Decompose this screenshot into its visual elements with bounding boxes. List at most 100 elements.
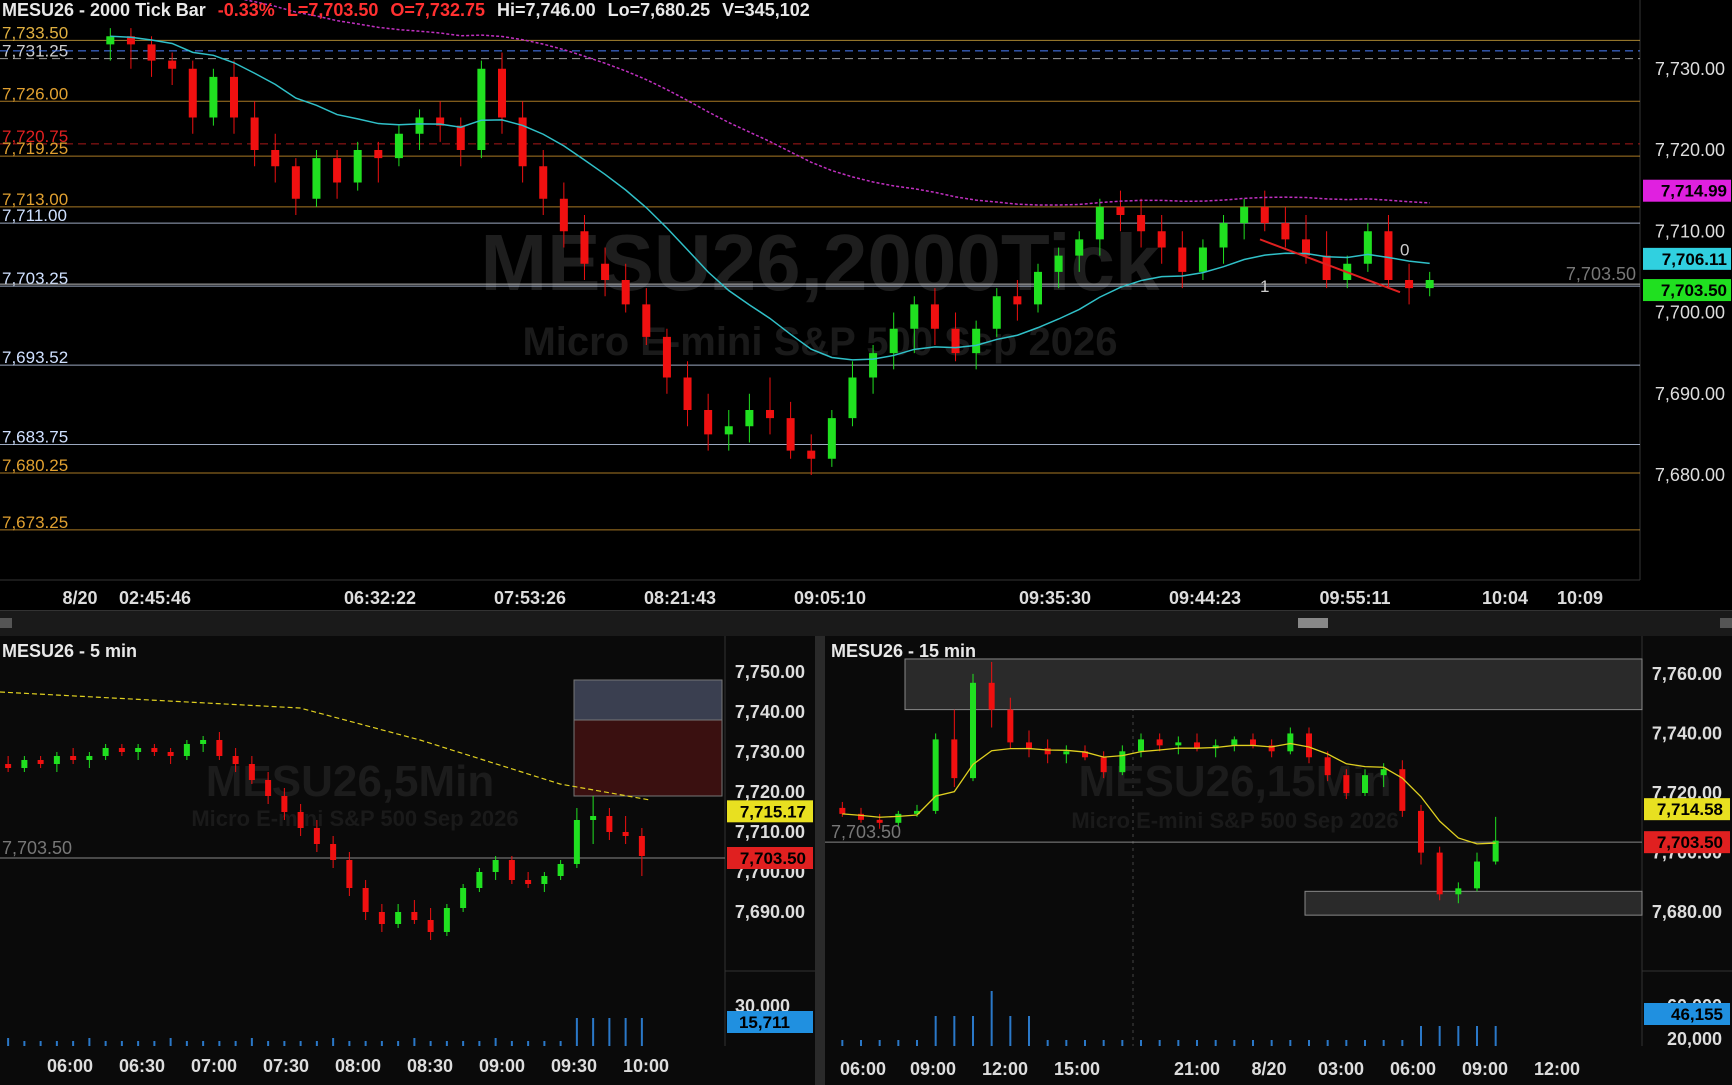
volume-bar <box>1326 1040 1329 1046</box>
volume-bar <box>348 1041 351 1046</box>
tick-candle <box>869 353 878 378</box>
tick-candle <box>456 125 465 150</box>
volume-bar <box>527 1041 530 1046</box>
five-min-candle <box>638 836 645 856</box>
tick-candle <box>106 36 115 45</box>
tick-candle <box>580 231 589 264</box>
tick-candle <box>209 76 218 118</box>
fifteen-min-candle <box>1324 757 1331 776</box>
tick-candle <box>147 44 156 61</box>
tick-candle <box>559 198 568 232</box>
volume: V=345,102 <box>722 0 810 20</box>
five-min-candle <box>297 812 304 828</box>
level-label: 7,683.75 <box>2 428 68 447</box>
time-axis-label: 09:55:11 <box>1319 588 1390 608</box>
tick-candle <box>477 68 486 150</box>
price-axis-label: 7,760.00 <box>1652 664 1722 684</box>
volume-bar <box>972 1016 974 1046</box>
fifteen-min-candle <box>1474 861 1480 889</box>
volume-bar <box>1476 1026 1478 1046</box>
tick-candle <box>827 418 836 459</box>
tick-candle <box>1116 206 1125 215</box>
volume-bar <box>1420 1026 1422 1046</box>
time-axis-label: 06:00 <box>1390 1059 1436 1079</box>
five-min-candle <box>265 780 272 796</box>
tick-candle <box>498 68 506 118</box>
tick-chart-pane[interactable]: MESU26,2000Tick Micro E-mini S&P 500 Sep … <box>0 0 1732 610</box>
tick-candle <box>1034 271 1042 305</box>
fifteen-min-candle <box>1492 840 1499 862</box>
horizontal-scrollbar[interactable] <box>0 610 1732 637</box>
chart-watermark-sub: Micro E-mini S&P 500 Sep 2026 <box>191 806 518 831</box>
change-percent: -0.33% <box>217 0 275 20</box>
tick-candle <box>1281 223 1290 240</box>
fast-moving-average <box>110 35 1430 361</box>
five-min-candle <box>492 860 499 872</box>
tick-candle <box>271 150 280 167</box>
fifteen-min-candle <box>1306 733 1312 758</box>
chart-watermark-sub: Micro E-mini S&P 500 Sep 2026 <box>522 320 1117 364</box>
fifteen-min-chart-pane[interactable]: MESU26,15Min Micro E-mini S&P 500 Sep 202… <box>825 636 1732 1085</box>
volume-bar <box>934 1016 937 1046</box>
volume-bar <box>494 1038 497 1046</box>
volume-bar <box>88 1038 91 1046</box>
time-axis-label: 08:30 <box>407 1056 453 1076</box>
five-min-chart-canvas[interactable]: MESU26,5MinMicro E-mini S&P 500 Sep 2026… <box>0 636 815 1085</box>
volume-bar <box>1494 1026 1497 1046</box>
fifteen-min-chart-canvas[interactable]: MESU26,15MinMicro E-mini S&P 500 Sep 202… <box>825 636 1732 1085</box>
tick-candle <box>312 158 321 199</box>
volume-bar <box>380 1041 383 1046</box>
fifteen-min-candle <box>932 739 939 811</box>
fifteen-min-title: MESU26 - 15 min <box>831 641 977 661</box>
volume-bar <box>169 1038 172 1046</box>
level-label: 7,673.25 <box>2 513 68 532</box>
price-axis-label: 7,710.00 <box>1655 221 1725 241</box>
tick-candle <box>1260 206 1269 224</box>
tick-candle <box>1157 231 1166 248</box>
time-axis-label: 15:00 <box>1054 1059 1100 1079</box>
volume-bar <box>640 1018 643 1046</box>
scrollbar-track-left[interactable] <box>0 618 12 628</box>
volume-bar <box>234 1041 237 1046</box>
price-tag-label: 7,703.50 <box>1661 281 1727 300</box>
five-min-candle <box>281 796 288 812</box>
tick-candle <box>1322 255 1331 280</box>
volume-tag-label: 46,155 <box>1671 1005 1723 1024</box>
scrollbar-track-right[interactable] <box>1720 618 1732 628</box>
level-label: 7,733.50 <box>2 23 68 42</box>
annotation-label: 1 <box>1260 277 1269 296</box>
tick-candle <box>621 280 630 305</box>
price-axis-label: 7,680.00 <box>1652 902 1722 922</box>
volume-bar <box>39 1041 42 1046</box>
pane-divider[interactable] <box>815 636 825 1085</box>
tick-candle <box>291 166 300 199</box>
fifteen-min-candle <box>1063 751 1070 755</box>
time-axis-label: 10:00 <box>623 1056 669 1076</box>
high-price: Hi=7,746.00 <box>497 0 596 20</box>
volume-tag-label: 15,711 <box>739 1013 790 1032</box>
price-axis-label: 7,700.00 <box>1655 303 1725 323</box>
five-min-candle <box>135 748 142 752</box>
volume-bar <box>1289 1040 1292 1046</box>
last-price: L=7,703.50 <box>286 0 379 20</box>
price-axis-label: 7,740.00 <box>735 702 805 722</box>
time-axis-label: 09:35:30 <box>1019 588 1091 608</box>
volume-bar <box>916 1040 918 1046</box>
volume-bar <box>445 1041 448 1046</box>
five-min-chart-pane[interactable]: MESU26,5Min Micro E-mini S&P 500 Sep 2026… <box>0 636 815 1085</box>
five-min-candle <box>541 876 548 884</box>
last-price-line-label: 7,703.50 <box>1566 264 1636 284</box>
chart-header: MESU26 - 2000 Tick Bar -0.33% L=7,703.50 O=… <box>2 0 822 21</box>
volume-bar <box>1401 1040 1404 1046</box>
annotation-label: 0 <box>1400 241 1409 260</box>
tick-candle <box>230 76 238 118</box>
five-min-candle <box>5 764 12 768</box>
time-axis-label: 06:00 <box>840 1059 886 1079</box>
last-price-line-label: 7,703.50 <box>2 838 72 858</box>
scrollbar-thumb[interactable] <box>1298 618 1328 628</box>
five-min-candle <box>622 832 629 836</box>
five-min-candle <box>460 888 467 908</box>
fifteen-min-candle <box>1119 751 1126 773</box>
supply-zone <box>573 679 723 721</box>
tick-chart-canvas[interactable]: MESU26,2000TickMicro E-mini S&P 500 Sep … <box>0 0 1732 610</box>
